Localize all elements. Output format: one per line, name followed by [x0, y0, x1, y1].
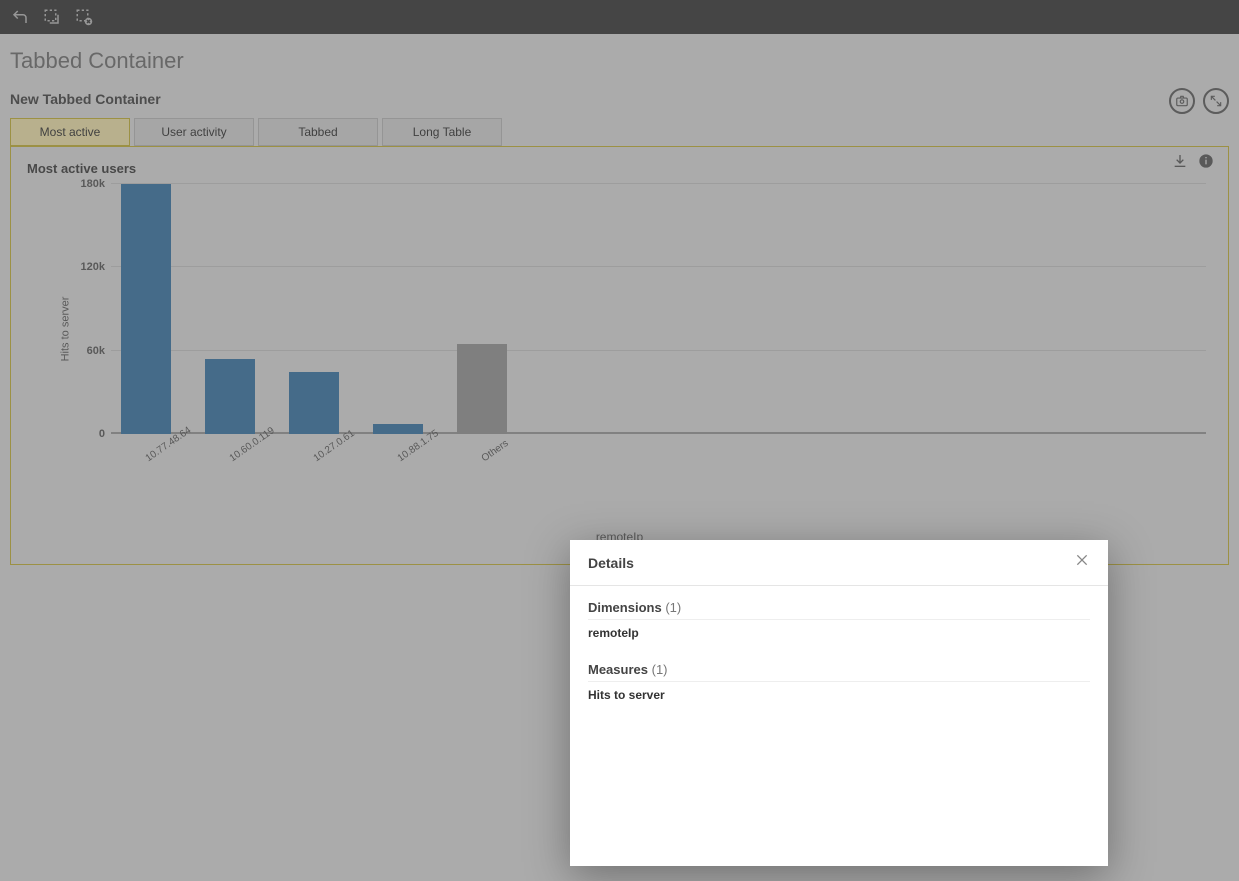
- measure-item: Hits to server: [588, 688, 1090, 702]
- selection-clear-icon[interactable]: [72, 5, 96, 29]
- details-modal: Details Dimensions (1) remoteIp Measures…: [570, 540, 1108, 866]
- snapshot-button[interactable]: [1169, 88, 1195, 114]
- y-tick-label: 180k: [81, 178, 105, 190]
- y-axis-label: Hits to server: [59, 297, 71, 362]
- y-tick-label: 0: [99, 428, 105, 440]
- tab-user-activity[interactable]: User activity: [134, 118, 254, 146]
- bar[interactable]: [205, 359, 255, 434]
- bar[interactable]: [289, 372, 339, 435]
- x-tick-label: Others: [480, 438, 511, 464]
- grid-line: 120k: [111, 266, 1206, 267]
- selection-forward-icon[interactable]: [40, 5, 64, 29]
- grid-line: 180k: [111, 183, 1206, 184]
- y-tick-label: 120k: [81, 261, 105, 273]
- grid-line: 60k: [111, 350, 1206, 351]
- dimension-item: remoteIp: [588, 626, 1090, 640]
- bar[interactable]: [373, 424, 423, 434]
- y-tick-label: 60k: [87, 345, 105, 357]
- dimensions-count: (1): [665, 600, 681, 615]
- bar[interactable]: [457, 344, 507, 434]
- modal-title: Details: [588, 555, 634, 571]
- measures-count: (1): [652, 662, 668, 677]
- bar[interactable]: [121, 184, 171, 434]
- tab-most-active[interactable]: Most active: [10, 118, 130, 146]
- fullscreen-button[interactable]: [1203, 88, 1229, 114]
- measures-label: Measures: [588, 662, 648, 677]
- panel-action-icons: [1169, 88, 1229, 114]
- chart-title: Most active users: [27, 161, 1212, 176]
- export-icon[interactable]: [1172, 153, 1188, 174]
- panel-subtitle: New Tabbed Container: [10, 91, 161, 107]
- tab-bar: Most active User activity Tabbed Long Ta…: [10, 118, 1229, 146]
- top-toolbar: [0, 0, 1239, 34]
- dimensions-label: Dimensions: [588, 600, 662, 615]
- close-icon[interactable]: [1074, 552, 1090, 573]
- tab-tabbed[interactable]: Tabbed: [258, 118, 378, 146]
- dimensions-heading: Dimensions (1): [588, 600, 1090, 620]
- page-title: Tabbed Container: [10, 48, 1229, 74]
- chart-area[interactable]: Hits to server 060k120k180k10.77.48.6410…: [55, 184, 1212, 474]
- measures-heading: Measures (1): [588, 662, 1090, 682]
- undo-icon[interactable]: [8, 5, 32, 29]
- page-body: Tabbed Container New Tabbed Container Mo…: [0, 34, 1239, 579]
- chart-plot: 060k120k180k10.77.48.6410.60.0.11910.27.…: [111, 184, 1206, 434]
- chart-panel: Most active users Hits to server 0 60k 120…: [10, 146, 1229, 565]
- info-icon[interactable]: [1198, 153, 1214, 174]
- tab-long-table[interactable]: Long Table: [382, 118, 502, 146]
